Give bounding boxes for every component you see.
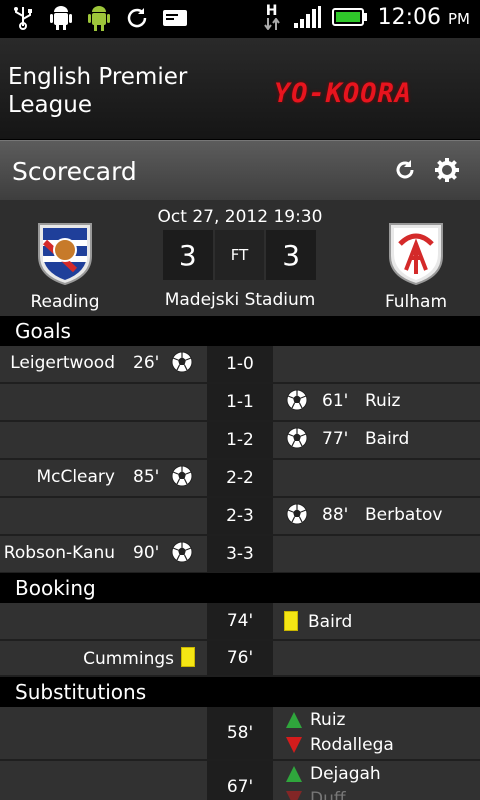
goal-row: 1-0 Leigertwood 26'	[0, 346, 480, 384]
goal-score: 3-3	[207, 536, 273, 572]
home-scorer: Robson-Kanu	[3, 543, 115, 563]
away-goal-minute: 61'	[322, 391, 349, 411]
network-type-icon: H	[262, 4, 282, 30]
football-icon	[286, 389, 308, 415]
section-title: Scorecard	[12, 157, 137, 186]
football-icon	[171, 465, 193, 491]
sub-in-arrow-icon	[286, 712, 302, 728]
home-score: 3	[163, 230, 213, 280]
away-scorer: Baird	[365, 429, 410, 449]
home-goal-minute: 90'	[133, 543, 160, 563]
home-goal-minute: 85'	[133, 467, 160, 487]
clock: 12:06 PM	[377, 4, 470, 30]
away-goal-minute: 88'	[322, 505, 349, 525]
yellow-card-icon	[181, 647, 195, 667]
player-in: Ruiz	[310, 710, 346, 730]
match-status: FT	[214, 230, 265, 280]
sub-out-arrow-icon	[286, 737, 302, 753]
goal-score: 1-1	[207, 384, 273, 420]
gear-icon	[435, 158, 459, 182]
booking-row: 74' Baird	[0, 603, 480, 641]
goal-row: 1-2 77' Baird	[0, 422, 480, 460]
goal-row: 2-3 88' Berbatov	[0, 498, 480, 536]
home-scorer: McCleary	[36, 467, 115, 487]
android-debug-icon	[48, 5, 74, 31]
booking-player: Cummings	[83, 649, 174, 669]
reading-crest-icon	[35, 220, 95, 286]
football-icon	[286, 503, 308, 529]
section-header: Scorecard	[0, 140, 480, 200]
substitution-row: 58' Ruiz Rodallega	[0, 707, 480, 761]
goal-row: 2-2 McCleary 85'	[0, 460, 480, 498]
usb-icon	[10, 5, 36, 31]
status-bar: H 12:06 PM	[0, 0, 480, 38]
substitution-row: 67' Dejagah Duff	[0, 761, 480, 800]
booking-minute: 76'	[207, 641, 273, 675]
match-summary: Oct 27, 2012 19:30 Reading 3 FT 3 Madejs…	[0, 200, 480, 316]
substitutions-label: Substitutions	[15, 680, 147, 704]
home-scorer: Leigertwood	[10, 353, 115, 373]
yellow-card-icon	[284, 611, 298, 631]
away-team[interactable]: Fulham	[361, 220, 471, 312]
football-icon	[286, 427, 308, 453]
booking-header: Booking	[0, 573, 480, 603]
sub-minute: 58'	[207, 707, 273, 759]
sync-icon	[124, 5, 150, 31]
booking-row: 76' Cummings	[0, 641, 480, 677]
player-out: Duff	[310, 789, 346, 800]
android-icon	[86, 5, 112, 31]
sub-in-arrow-icon	[286, 766, 302, 782]
away-scorer: Ruiz	[365, 391, 401, 411]
sub-out-arrow-icon	[286, 791, 302, 800]
booking-player: Baird	[308, 612, 353, 632]
sub-minute: 67'	[207, 761, 273, 800]
fulham-crest-icon	[386, 220, 446, 286]
football-icon	[171, 541, 193, 567]
substitutions-header: Substitutions	[0, 677, 480, 707]
goal-row: 3-3 Robson-Kanu 90'	[0, 536, 480, 574]
booking-label: Booking	[15, 576, 96, 600]
goal-score: 2-3	[207, 498, 273, 534]
refresh-icon	[396, 160, 414, 179]
message-icon	[162, 5, 188, 31]
goal-score: 1-2	[207, 422, 273, 458]
player-in: Dejagah	[310, 764, 381, 784]
goal-row: 1-1 61' Ruiz	[0, 384, 480, 422]
goals-header: Goals	[0, 316, 480, 346]
away-score: 3	[266, 230, 317, 280]
refresh-button[interactable]	[390, 155, 420, 185]
booking-minute: 74'	[207, 603, 273, 639]
signal-icon	[292, 4, 322, 30]
player-out: Rodallega	[310, 735, 394, 755]
away-scorer: Berbatov	[365, 505, 443, 525]
goal-score: 1-0	[207, 346, 273, 382]
battery-icon	[331, 4, 368, 30]
app-header: English Premier League YO-KOORA	[0, 38, 480, 140]
away-goal-minute: 77'	[322, 429, 349, 449]
home-goal-minute: 26'	[133, 353, 160, 373]
score-box: 3 FT 3	[163, 230, 317, 280]
football-icon	[171, 351, 193, 377]
goals-label: Goals	[15, 319, 71, 343]
away-team-name: Fulham	[384, 292, 448, 312]
goal-score: 2-2	[207, 460, 273, 496]
app-logo: YO-KOORA	[274, 78, 413, 109]
app-title: English Premier League	[8, 64, 188, 118]
settings-button[interactable]	[432, 155, 462, 185]
